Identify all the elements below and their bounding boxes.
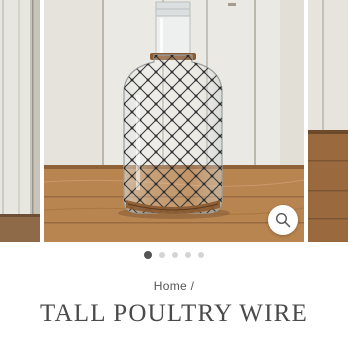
breadcrumb-separator: / — [190, 279, 195, 293]
next-slide-image — [308, 0, 348, 242]
main-slide[interactable] — [44, 0, 304, 242]
pagination-dot-3[interactable] — [172, 252, 178, 258]
breadcrumb: Home / — [0, 279, 348, 293]
breadcrumb-home-link[interactable]: Home — [154, 279, 187, 293]
product-title: TALL POULTRY WIRE — [40, 300, 308, 327]
bottle-product-photo — [44, 0, 304, 242]
pagination-dot-2[interactable] — [159, 252, 165, 258]
magnifier-icon — [275, 212, 291, 228]
zoom-button[interactable] — [268, 205, 298, 235]
next-slide-peek[interactable] — [308, 0, 348, 242]
pagination-dot-5[interactable] — [198, 252, 204, 258]
carousel-pagination — [0, 251, 348, 259]
pagination-dot-4[interactable] — [185, 252, 191, 258]
previous-slide-image — [0, 0, 40, 242]
pagination-dot-1[interactable] — [144, 251, 152, 259]
product-image-carousel[interactable] — [0, 0, 348, 244]
previous-slide-peek[interactable] — [0, 0, 40, 242]
